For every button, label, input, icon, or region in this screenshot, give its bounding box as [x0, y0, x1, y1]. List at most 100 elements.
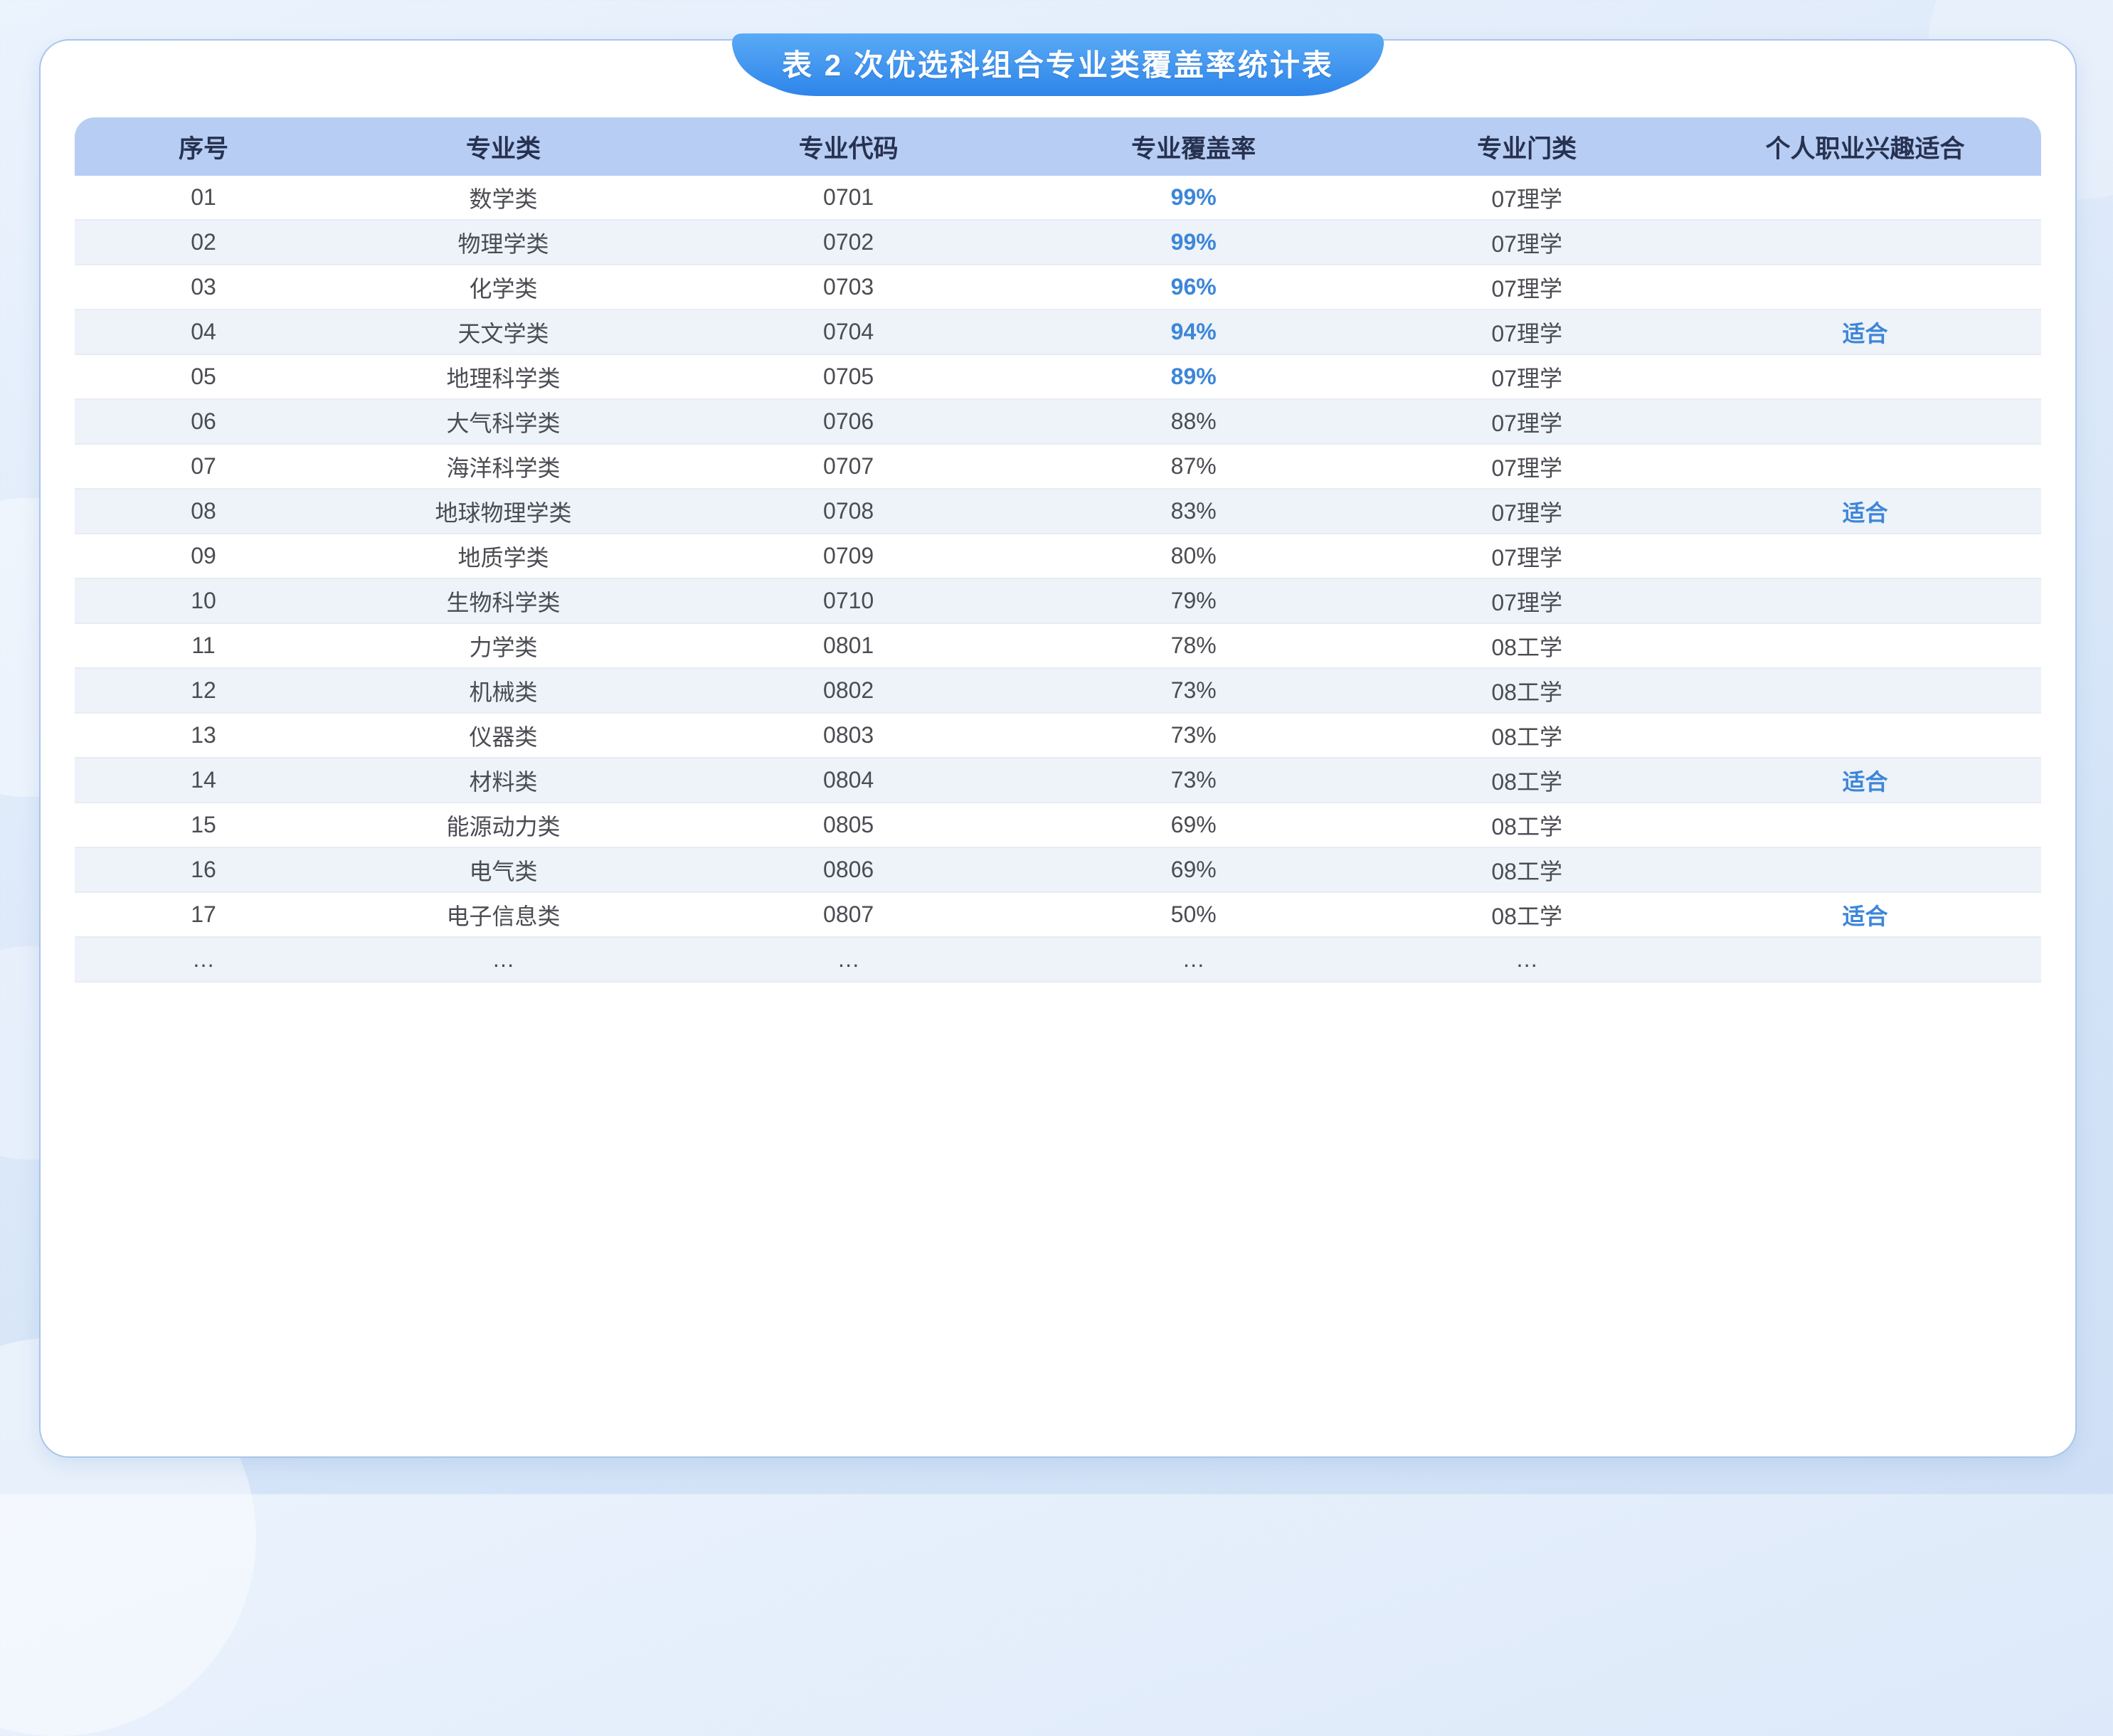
table-row: 06 大气科学类 0706 88% 07理学: [75, 400, 2041, 445]
table-row: 10 生物科学类 0710 79% 07理学: [75, 579, 2041, 624]
cell-coverage-rate: 78%: [1022, 633, 1365, 659]
header-major-category: 专业类: [332, 129, 674, 165]
table-row: 09 地质学类 0709 80% 07理学: [75, 534, 2041, 579]
cell-coverage-rate: 69%: [1022, 857, 1365, 883]
table-title: 表 2 次优选科组合专业类覆盖率统计表: [731, 33, 1384, 92]
cell-coverage-rate: 73%: [1022, 722, 1365, 748]
cell-major-code: 0701: [674, 184, 1022, 211]
cell-major-category: 地质学类: [332, 540, 674, 573]
cell-discipline: 07理学: [1365, 585, 1689, 618]
cell-personal-interest-fit: 适合: [1689, 764, 2041, 797]
table-row: 13 仪器类 0803 73% 08工学: [75, 714, 2041, 758]
cell-no: 06: [75, 408, 332, 435]
cell-coverage-rate: 87%: [1022, 453, 1365, 480]
cell-no: 02: [75, 229, 332, 255]
cell-coverage-rate: 73%: [1022, 767, 1365, 793]
table-row: 02 物理学类 0702 99% 07理学: [75, 221, 2041, 265]
cell-no: 04: [75, 319, 332, 345]
cell-no: 05: [75, 364, 332, 390]
table-body: 01 数学类 0701 99% 07理学 02 物理学类 0702 99% 07…: [75, 176, 2041, 983]
header-major-code: 专业代码: [674, 129, 1022, 165]
cell-discipline: 07理学: [1365, 540, 1689, 573]
cell-major-code: 0709: [674, 543, 1022, 569]
cell-coverage-rate: 96%: [1022, 274, 1365, 300]
cell-major-code: 0707: [674, 453, 1022, 480]
cell-discipline: 08工学: [1365, 764, 1689, 797]
table-row: 05 地理科学类 0705 89% 07理学: [75, 355, 2041, 400]
cell-coverage-rate: 88%: [1022, 408, 1365, 435]
cell-coverage-rate: …: [1022, 946, 1365, 973]
cell-discipline: 07理学: [1365, 271, 1689, 304]
header-coverage-rate: 专业覆盖率: [1022, 129, 1365, 165]
cell-discipline: 08工学: [1365, 719, 1689, 752]
header-personal-interest-fit: 个人职业兴趣适合: [1689, 129, 2041, 165]
cell-coverage-rate: 99%: [1022, 184, 1365, 211]
table-row: 03 化学类 0703 96% 07理学: [75, 265, 2041, 310]
cell-major-code: 0704: [674, 319, 1022, 345]
cell-no: 10: [75, 588, 332, 614]
cell-coverage-rate: 99%: [1022, 229, 1365, 255]
cell-major-code: 0803: [674, 722, 1022, 748]
cell-coverage-rate: 69%: [1022, 812, 1365, 838]
content-card: 表 2 次优选科组合专业类覆盖率统计表 序号 专业类 专业代码 专业覆盖率 专业…: [39, 39, 2077, 1458]
cell-no: 07: [75, 453, 332, 480]
table-header-row: 序号 专业类 专业代码 专业覆盖率 专业门类 个人职业兴趣适合: [75, 117, 2041, 176]
cell-major-category: 生物科学类: [332, 585, 674, 618]
table-row: 04 天文学类 0704 94% 07理学 适合: [75, 310, 2041, 355]
cell-major-category: 力学类: [332, 630, 674, 662]
cell-no: 12: [75, 677, 332, 704]
cell-major-category: …: [332, 946, 674, 973]
header-discipline: 专业门类: [1365, 129, 1689, 165]
table-row: 14 材料类 0804 73% 08工学 适合: [75, 758, 2041, 803]
cell-discipline: 07理学: [1365, 181, 1689, 214]
cell-coverage-rate: 94%: [1022, 319, 1365, 345]
cell-no: …: [75, 946, 332, 973]
cell-coverage-rate: 79%: [1022, 588, 1365, 614]
cell-coverage-rate: 80%: [1022, 543, 1365, 569]
cell-discipline: 07理学: [1365, 226, 1689, 259]
cell-personal-interest-fit: 适合: [1689, 495, 2041, 528]
cell-major-category: 天文学类: [332, 316, 674, 349]
cell-major-category: 机械类: [332, 674, 674, 707]
cell-major-code: 0805: [674, 812, 1022, 838]
cell-no: 08: [75, 498, 332, 524]
table-row: 16 电气类 0806 69% 08工学: [75, 848, 2041, 893]
cell-discipline: 07理学: [1365, 361, 1689, 393]
cell-no: 01: [75, 184, 332, 211]
cell-major-code: …: [674, 946, 1022, 973]
cell-discipline: …: [1365, 946, 1689, 973]
table-row: 01 数学类 0701 99% 07理学: [75, 176, 2041, 221]
cell-discipline: 07理学: [1365, 495, 1689, 528]
cell-major-code: 0804: [674, 767, 1022, 793]
cell-major-category: 能源动力类: [332, 809, 674, 842]
header-no: 序号: [75, 129, 332, 165]
cell-personal-interest-fit: 适合: [1689, 899, 2041, 931]
table-row: 15 能源动力类 0805 69% 08工学: [75, 803, 2041, 848]
cell-major-category: 材料类: [332, 764, 674, 797]
cell-major-category: 电子信息类: [332, 899, 674, 931]
table-row: 08 地球物理学类 0708 83% 07理学 适合: [75, 489, 2041, 534]
cell-no: 11: [75, 633, 332, 659]
cell-major-code: 0702: [674, 229, 1022, 255]
cell-no: 14: [75, 767, 332, 793]
cell-major-code: 0703: [674, 274, 1022, 300]
cell-coverage-rate: 83%: [1022, 498, 1365, 524]
cell-discipline: 08工学: [1365, 674, 1689, 707]
cell-major-category: 仪器类: [332, 719, 674, 752]
cell-major-category: 物理学类: [332, 226, 674, 259]
cell-major-category: 电气类: [332, 854, 674, 886]
cell-no: 17: [75, 901, 332, 928]
cell-major-code: 0705: [674, 364, 1022, 390]
cell-coverage-rate: 73%: [1022, 677, 1365, 704]
table-row: 12 机械类 0802 73% 08工学: [75, 669, 2041, 714]
cell-major-code: 0802: [674, 677, 1022, 704]
cell-major-category: 海洋科学类: [332, 450, 674, 483]
table-row: … … … … …: [75, 938, 2041, 983]
cell-major-code: 0706: [674, 408, 1022, 435]
cell-personal-interest-fit: 适合: [1689, 316, 2041, 349]
cell-discipline: 07理学: [1365, 316, 1689, 349]
cell-major-category: 地球物理学类: [332, 495, 674, 528]
cell-discipline: 07理学: [1365, 450, 1689, 483]
cell-major-code: 0806: [674, 857, 1022, 883]
cell-no: 16: [75, 857, 332, 883]
